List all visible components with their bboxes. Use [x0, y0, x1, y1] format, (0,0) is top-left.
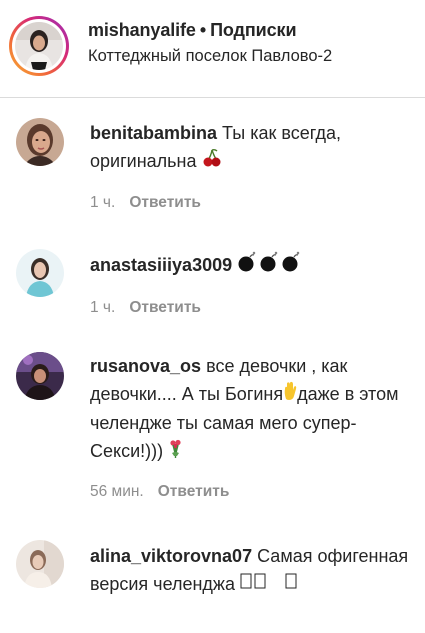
post-author-avatar[interactable]	[15, 22, 63, 70]
missing-glyph-icon	[285, 571, 299, 599]
following-button[interactable]: Подписки	[210, 20, 296, 40]
commenter-avatar[interactable]	[16, 540, 64, 588]
commenter-username[interactable]: rusanova_os	[90, 356, 201, 376]
comment-body: alina_viktorovna07 Самая офигенная верси…	[90, 542, 410, 599]
comment-body: benitabambina Ты как всегда, оригинальна	[90, 119, 410, 176]
comment-timestamp: 56 мин.	[90, 483, 144, 500]
header-title: mishanyalife • Подписки	[88, 20, 297, 41]
comment-body: rusanova_os все девочки , как девочки...…	[90, 352, 410, 467]
commenter-avatar[interactable]	[16, 352, 64, 400]
reply-button[interactable]: Ответить	[158, 483, 230, 500]
separator-dot: •	[199, 20, 207, 40]
reply-button[interactable]: Ответить	[129, 194, 201, 211]
comment-meta: 1 ч. Ответить	[90, 299, 201, 317]
commenter-avatar[interactable]	[16, 249, 64, 297]
bomb-icon	[237, 251, 301, 281]
comment-meta: 1 ч. Ответить	[90, 194, 201, 212]
commenter-username[interactable]: alina_viktorovna07	[90, 546, 252, 566]
post-author-username[interactable]: mishanyalife	[88, 20, 196, 40]
comment-body: anastasiiiya3009	[90, 251, 410, 281]
post-location[interactable]: Коттеджный поселок Павлово-2	[88, 47, 332, 66]
comment-timestamp: 1 ч.	[90, 194, 116, 211]
story-ring[interactable]	[9, 16, 69, 76]
commenter-username[interactable]: benitabambina	[90, 123, 217, 143]
commenter-avatar[interactable]	[16, 118, 64, 166]
reply-button[interactable]: Ответить	[129, 299, 201, 316]
cherries-icon	[202, 148, 222, 176]
commenter-username[interactable]: anastasiiiya3009	[90, 255, 232, 275]
comment-meta: 56 мин. Ответить	[90, 483, 229, 501]
post-header: mishanyalife • Подписки Коттеджный поселок…	[0, 0, 425, 98]
missing-glyph-icon	[240, 571, 280, 599]
waving-hand-icon	[283, 381, 297, 409]
comment-timestamp: 1 ч.	[90, 299, 116, 316]
bouquet-icon	[168, 439, 184, 467]
